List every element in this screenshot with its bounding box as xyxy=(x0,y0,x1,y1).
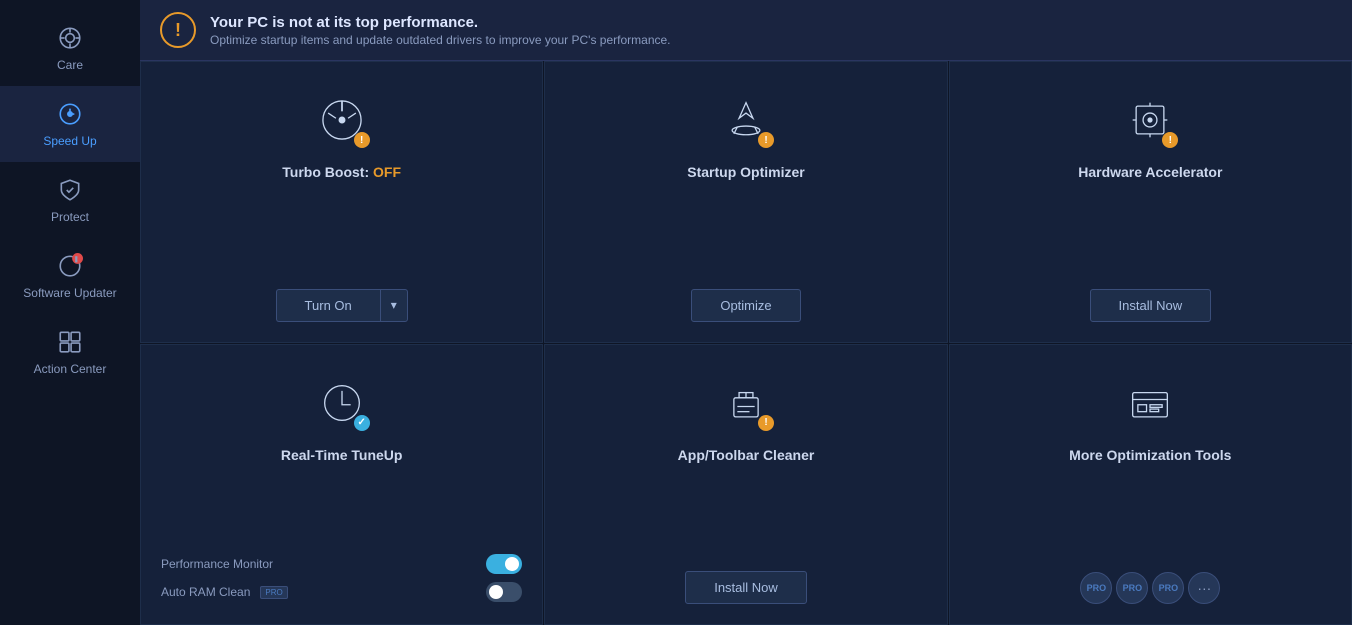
hardware-accelerator-icon-container: ! xyxy=(1120,90,1180,150)
sidebar-label-care: Care xyxy=(57,58,83,72)
speed-up-icon xyxy=(56,100,84,128)
more-optimization-icon-container xyxy=(1120,373,1180,433)
card-app-toolbar-cleaner-top: ! App/Toolbar Cleaner xyxy=(678,373,815,463)
app-toolbar-cleaner-button-area: Install Now xyxy=(565,571,926,604)
startup-optimizer-badge: ! xyxy=(758,132,774,148)
turn-on-dropdown-button[interactable]: ▾ xyxy=(380,289,408,322)
real-time-tuneup-badge: ✓ xyxy=(354,415,370,431)
app-toolbar-cleaner-title: App/Toolbar Cleaner xyxy=(678,447,815,463)
startup-optimizer-title: Startup Optimizer xyxy=(687,164,804,180)
action-center-icon xyxy=(56,328,84,356)
turbo-boost-button-area: Turn On ▾ xyxy=(161,289,522,322)
main-content: ! Your PC is not at its top performance.… xyxy=(140,0,1352,625)
performance-monitor-label: Performance Monitor xyxy=(161,557,273,571)
sidebar-label-software-updater: Software Updater xyxy=(23,286,116,300)
real-time-tuneup-title: Real-Time TuneUp xyxy=(281,447,403,463)
sidebar-label-action-center: Action Center xyxy=(34,362,107,376)
card-real-time-tuneup: ✓ Real-Time TuneUp Performance Monitor A… xyxy=(140,344,543,625)
card-turbo-boost: ! Turbo Boost: OFF Turn On ▾ xyxy=(140,61,543,343)
card-hardware-accelerator-top: ! Hardware Accelerator xyxy=(1078,90,1222,180)
pro-badge-1: PRO xyxy=(1080,572,1112,604)
hardware-accelerator-title: Hardware Accelerator xyxy=(1078,164,1222,180)
pro-badge-3: PRO xyxy=(1152,572,1184,604)
care-icon xyxy=(56,24,84,52)
pro-badges-area: PRO PRO PRO ··· xyxy=(1080,572,1220,604)
svg-text:!: ! xyxy=(75,257,77,264)
header-banner: ! Your PC is not at its top performance.… xyxy=(140,0,1352,61)
sidebar-item-care[interactable]: Care xyxy=(0,10,140,86)
auto-ram-clean-label: Auto RAM Clean xyxy=(161,585,250,599)
more-optimization-bottom: PRO PRO PRO ··· xyxy=(970,572,1331,604)
protect-icon xyxy=(56,176,84,204)
app-toolbar-cleaner-badge: ! xyxy=(758,415,774,431)
card-turbo-boost-top: ! Turbo Boost: OFF xyxy=(282,90,401,180)
card-startup-optimizer: ! Startup Optimizer Optimize xyxy=(544,61,947,343)
pro-badge-2: PRO xyxy=(1116,572,1148,604)
turbo-boost-split-button: Turn On ▾ xyxy=(276,289,408,322)
real-time-tuneup-bottom: Performance Monitor Auto RAM Clean PRO xyxy=(161,552,522,604)
card-real-time-tuneup-top: ✓ Real-Time TuneUp xyxy=(281,373,403,463)
sidebar-label-speed-up: Speed Up xyxy=(43,134,96,148)
performance-monitor-toggle[interactable] xyxy=(486,554,522,574)
perf-items-list: Performance Monitor Auto RAM Clean PRO xyxy=(161,552,522,604)
perf-item-performance-monitor: Performance Monitor xyxy=(161,552,522,576)
header-subtitle: Optimize startup items and update outdat… xyxy=(210,33,671,47)
startup-optimizer-icon-container: ! xyxy=(716,90,776,150)
sidebar-item-software-updater[interactable]: ! Software Updater xyxy=(0,238,140,314)
more-optimization-title: More Optimization Tools xyxy=(1069,447,1231,463)
hardware-accelerator-button-area: Install Now xyxy=(970,289,1331,322)
card-startup-optimizer-top: ! Startup Optimizer xyxy=(687,90,804,180)
header-text: Your PC is not at its top performance. O… xyxy=(210,14,671,47)
install-now-button-toolbar[interactable]: Install Now xyxy=(685,571,807,604)
card-hardware-accelerator: ! Hardware Accelerator Install Now xyxy=(949,61,1352,343)
auto-ram-clean-toggle[interactable] xyxy=(486,582,522,602)
cards-grid: ! Turbo Boost: OFF Turn On ▾ xyxy=(140,61,1352,625)
chevron-down-icon: ▾ xyxy=(391,298,397,312)
turbo-boost-icon-container: ! xyxy=(312,90,372,150)
more-options-button[interactable]: ··· xyxy=(1188,572,1220,604)
turn-on-button[interactable]: Turn On xyxy=(276,289,380,322)
install-now-button-hw[interactable]: Install Now xyxy=(1090,289,1212,322)
card-more-optimization-top: More Optimization Tools xyxy=(1069,373,1231,463)
sidebar-item-speed-up[interactable]: Speed Up xyxy=(0,86,140,162)
real-time-tuneup-icon-container: ✓ xyxy=(312,373,372,433)
sidebar: Care Speed Up Protect ! xyxy=(0,0,140,625)
turbo-boost-title: Turbo Boost: OFF xyxy=(282,164,401,180)
card-more-optimization: More Optimization Tools PRO PRO PRO ··· xyxy=(949,344,1352,625)
sidebar-item-action-center[interactable]: Action Center xyxy=(0,314,140,390)
warning-icon: ! xyxy=(160,12,196,48)
turbo-boost-badge: ! xyxy=(354,132,370,148)
perf-item-auto-ram-clean: Auto RAM Clean PRO xyxy=(161,580,522,604)
card-app-toolbar-cleaner: ! App/Toolbar Cleaner Install Now xyxy=(544,344,947,625)
sidebar-item-protect[interactable]: Protect xyxy=(0,162,140,238)
header-title: Your PC is not at its top performance. xyxy=(210,14,671,31)
software-updater-icon: ! xyxy=(56,252,84,280)
pro-tag: PRO xyxy=(260,586,287,599)
sidebar-label-protect: Protect xyxy=(51,210,89,224)
app-toolbar-cleaner-icon-container: ! xyxy=(716,373,776,433)
startup-optimizer-button-area: Optimize xyxy=(565,289,926,322)
optimize-button[interactable]: Optimize xyxy=(691,289,800,322)
